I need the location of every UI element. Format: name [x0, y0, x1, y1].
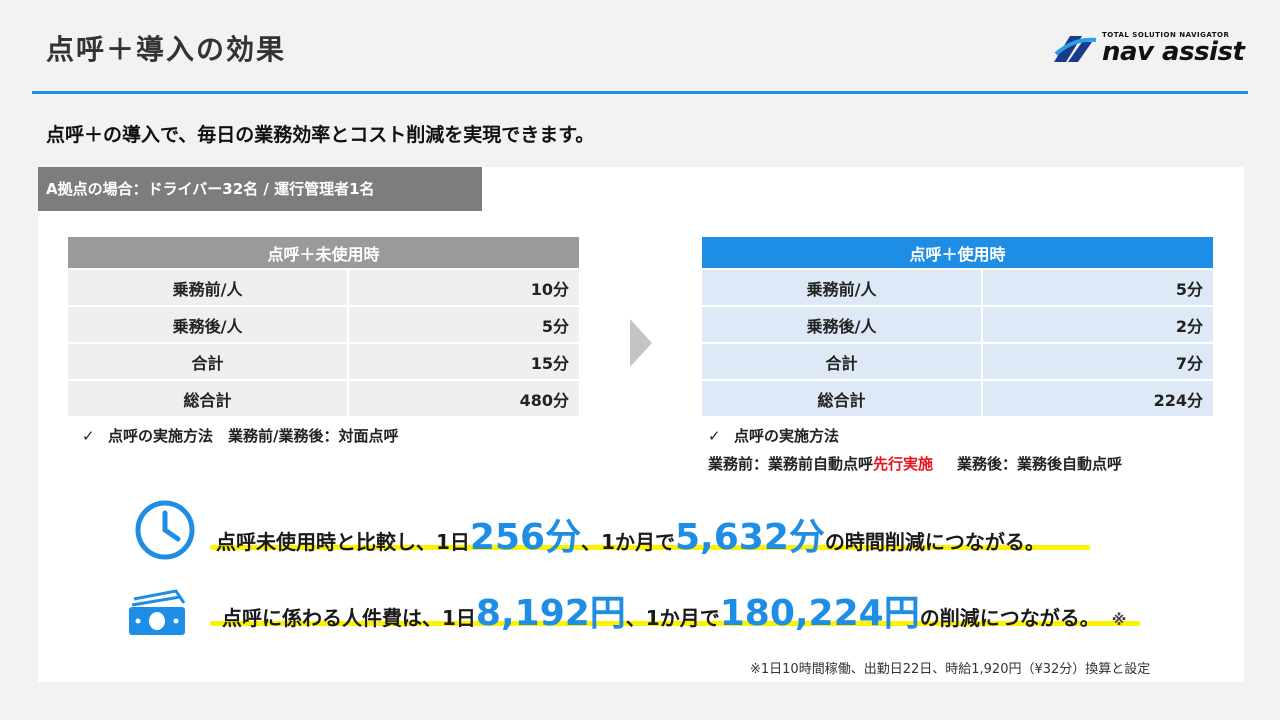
scenario-label: A拠点の場合：ドライバー32名 / 運行管理者1名: [38, 167, 482, 211]
page-subtitle: 点呼＋の導入で、毎日の業務効率とコスト削減を実現できます。: [46, 124, 595, 146]
after-method-pre: 業務前：業務前自動点呼: [708, 455, 874, 473]
row-value: 10分: [349, 270, 579, 305]
after-method-title: ✓ 点呼の実施方法: [708, 425, 839, 446]
before-table: 点呼＋未使用時 乗務前/人 10分 乗務後/人 5分 合計 15分 総合計 48…: [68, 235, 579, 418]
cost-text-2: 、1か月で: [625, 606, 720, 630]
cost-text-3: の削減につながる。: [919, 606, 1100, 630]
after-method-post: 業務後：業務後自動点呼: [957, 455, 1123, 473]
time-text-2: 、1か月で: [581, 530, 675, 554]
row-label: 乗務後/人: [68, 307, 350, 342]
cost-text-1: 点呼に係わる人件費は、1日: [222, 606, 476, 630]
row-value: 480分: [349, 381, 579, 416]
time-saving-message: 点呼未使用時と比較し、1日256分、1か月で5,632分の時間削減につながる。: [216, 508, 1045, 560]
check-icon: ✓: [82, 427, 95, 445]
row-value: 2分: [983, 307, 1213, 342]
table-row: 乗務後/人 2分: [702, 307, 1213, 342]
table-row: 乗務前/人 5分: [702, 270, 1213, 305]
after-method-highlight: 先行実施: [873, 455, 934, 473]
table-row: 合計 7分: [702, 344, 1213, 379]
row-label: 合計: [702, 344, 984, 379]
after-method-title-text: 点呼の実施方法: [734, 427, 840, 445]
check-icon: ✓: [708, 427, 721, 445]
arrow-right-icon: [630, 319, 652, 367]
logo-mark-icon: [1054, 36, 1097, 62]
row-label: 総合計: [702, 381, 984, 416]
clock-icon: [135, 500, 195, 560]
table-row: 総合計 224分: [702, 381, 1213, 416]
row-value: 5分: [983, 270, 1213, 305]
after-table: 点呼＋使用時 乗務前/人 5分 乗務後/人 2分 合計 7分 総合計 224分: [702, 235, 1213, 418]
cost-footnote-mark: ※: [1111, 611, 1127, 629]
table-row: 乗務後/人 5分: [68, 307, 579, 342]
before-table-heading: 点呼＋未使用時: [68, 237, 579, 268]
before-method-text: 点呼の実施方法 業務前/業務後：対面点呼: [108, 427, 399, 445]
logo-wordmark: nav assist: [1102, 37, 1245, 67]
table-row: 乗務前/人 10分: [68, 270, 579, 305]
time-text-3: の時間削減につながる。: [824, 530, 1045, 554]
cost-monthly-value: 180,224円: [719, 593, 920, 634]
nav-assist-logo: TOTAL SOLUTION NAVIGATOR nav assist: [1052, 30, 1252, 70]
money-icon: [129, 589, 186, 635]
time-monthly-value: 5,632分: [675, 517, 825, 558]
header-divider: [32, 91, 1248, 94]
time-text-1: 点呼未使用時と比較し、1日: [216, 530, 470, 554]
row-label: 合計: [68, 344, 350, 379]
row-label: 乗務後/人: [702, 307, 984, 342]
table-row: 合計 15分: [68, 344, 579, 379]
cost-daily-value: 8,192円: [475, 593, 626, 634]
row-value: 5分: [349, 307, 579, 342]
time-daily-value: 256分: [469, 517, 582, 558]
after-method-detail: 業務前：業務前自動点呼先行実施 業務後：業務後自動点呼: [708, 453, 1122, 474]
footnote: ※1日10時間稼働、出勤日22日、時給1,920円（¥32分）換算と設定: [750, 662, 1151, 677]
table-row: 総合計 480分: [68, 381, 579, 416]
row-value: 224分: [983, 381, 1213, 416]
cost-saving-message: 点呼に係わる人件費は、1日8,192円、1か月で180,224円の削減につながる…: [222, 584, 1126, 636]
row-label: 乗務前/人: [68, 270, 350, 305]
row-value: 15分: [349, 344, 579, 379]
row-value: 7分: [983, 344, 1213, 379]
page-title: 点呼＋導入の効果: [46, 33, 287, 66]
after-table-heading: 点呼＋使用時: [702, 237, 1213, 268]
row-label: 乗務前/人: [702, 270, 984, 305]
before-method-note: ✓ 点呼の実施方法 業務前/業務後：対面点呼: [82, 425, 398, 446]
row-label: 総合計: [68, 381, 350, 416]
